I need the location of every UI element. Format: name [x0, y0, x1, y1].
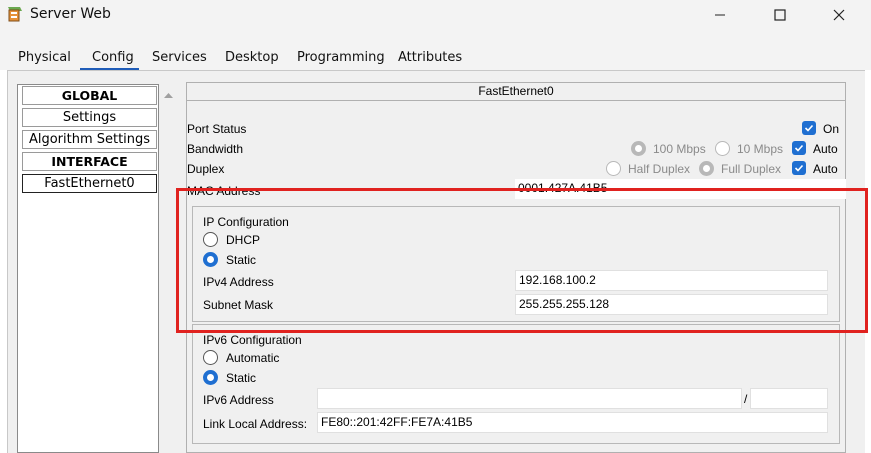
half-duplex-label: Half Duplex — [628, 162, 691, 176]
ipv4-static-label: Static — [226, 253, 257, 267]
ipv6-static-label: Static — [226, 371, 257, 385]
bandwidth-100-radio[interactable] — [631, 141, 646, 156]
minimize-button[interactable] — [694, 0, 746, 30]
bandwidth-auto-checkbox[interactable] — [792, 141, 806, 155]
close-icon — [833, 9, 845, 21]
tab-services[interactable]: Services — [152, 50, 207, 65]
ipv6-prefix-separator: / — [744, 392, 748, 406]
tab-config[interactable]: Config — [92, 50, 134, 65]
checkmark-icon — [794, 144, 804, 152]
packet-tracer-server-icon — [6, 5, 24, 23]
dhcp-label: DHCP — [226, 233, 261, 247]
window-title: Server Web — [30, 6, 111, 22]
close-button[interactable] — [813, 0, 865, 30]
dhcp-radio[interactable] — [203, 232, 218, 247]
ipv6-automatic-radio[interactable] — [203, 350, 218, 365]
sidebar-header-global: GLOBAL — [22, 86, 157, 105]
tab-physical[interactable]: Physical — [18, 50, 71, 65]
bandwidth-label: Bandwidth — [187, 142, 244, 156]
maximize-icon — [774, 9, 786, 21]
ipv6-prefix-input[interactable] — [750, 388, 828, 409]
config-sidebar: GLOBAL Settings Algorithm Settings INTER… — [17, 84, 159, 453]
duplex-auto-label: Auto — [813, 162, 838, 176]
checkmark-icon — [794, 164, 804, 172]
tab-desktop[interactable]: Desktop — [225, 50, 279, 65]
ipv6-address-input[interactable] — [317, 388, 742, 409]
minimize-icon — [715, 14, 725, 16]
sidebar-header-interface: INTERFACE — [22, 152, 157, 171]
ipv6-configuration-title: IPv6 Configuration — [203, 333, 302, 347]
port-status-label: Port Status — [187, 122, 247, 136]
bandwidth-10-label: 10 Mbps — [737, 142, 784, 156]
sidebar-scrollbar[interactable] — [159, 84, 178, 453]
maximize-button[interactable] — [754, 0, 806, 30]
title-bar: Server Web — [0, 0, 871, 30]
duplex-label: Duplex — [187, 162, 225, 176]
checkmark-icon — [804, 124, 814, 132]
bandwidth-auto-label: Auto — [813, 142, 838, 156]
full-duplex-label: Full Duplex — [721, 162, 782, 176]
link-local-address-label: Link Local Address: — [203, 417, 308, 431]
sidebar-item-settings[interactable]: Settings — [22, 108, 157, 127]
subnet-mask-label: Subnet Mask — [203, 298, 274, 312]
full-duplex-radio[interactable] — [699, 161, 714, 176]
subnet-mask-input[interactable]: 255.255.255.128 — [515, 294, 828, 315]
port-status-on-label: On — [823, 122, 840, 136]
tab-attributes[interactable]: Attributes — [398, 50, 462, 65]
ipv6-address-label: IPv6 Address — [203, 393, 274, 407]
ipv6-static-radio[interactable] — [203, 370, 218, 385]
ip-configuration-title: IP Configuration — [203, 215, 289, 229]
mac-address-label: MAC Address — [187, 184, 261, 198]
sidebar-item-algorithm-settings[interactable]: Algorithm Settings — [22, 130, 157, 149]
ipv4-address-label: IPv4 Address — [203, 275, 274, 289]
ipv4-static-radio[interactable] — [203, 252, 218, 267]
bandwidth-100-label: 100 Mbps — [653, 142, 706, 156]
ipv4-address-input[interactable]: 192.168.100.2 — [515, 270, 828, 291]
ipv6-automatic-label: Automatic — [226, 351, 280, 365]
half-duplex-radio[interactable] — [606, 161, 621, 176]
sidebar-item-fastethernet0[interactable]: FastEthernet0 — [22, 174, 157, 193]
port-status-checkbox[interactable] — [802, 121, 816, 135]
tab-programming[interactable]: Programming — [297, 50, 385, 65]
link-local-address-field[interactable]: FE80::201:42FF:FE7A:41B5 — [317, 412, 828, 433]
scroll-up-arrow-icon[interactable] — [159, 88, 178, 104]
duplex-auto-checkbox[interactable] — [792, 161, 806, 175]
bandwidth-10-radio[interactable] — [715, 141, 730, 156]
panel-title: FastEthernet0 — [186, 82, 846, 101]
mac-address-field[interactable]: 0001.427A.41B5 — [515, 179, 846, 199]
